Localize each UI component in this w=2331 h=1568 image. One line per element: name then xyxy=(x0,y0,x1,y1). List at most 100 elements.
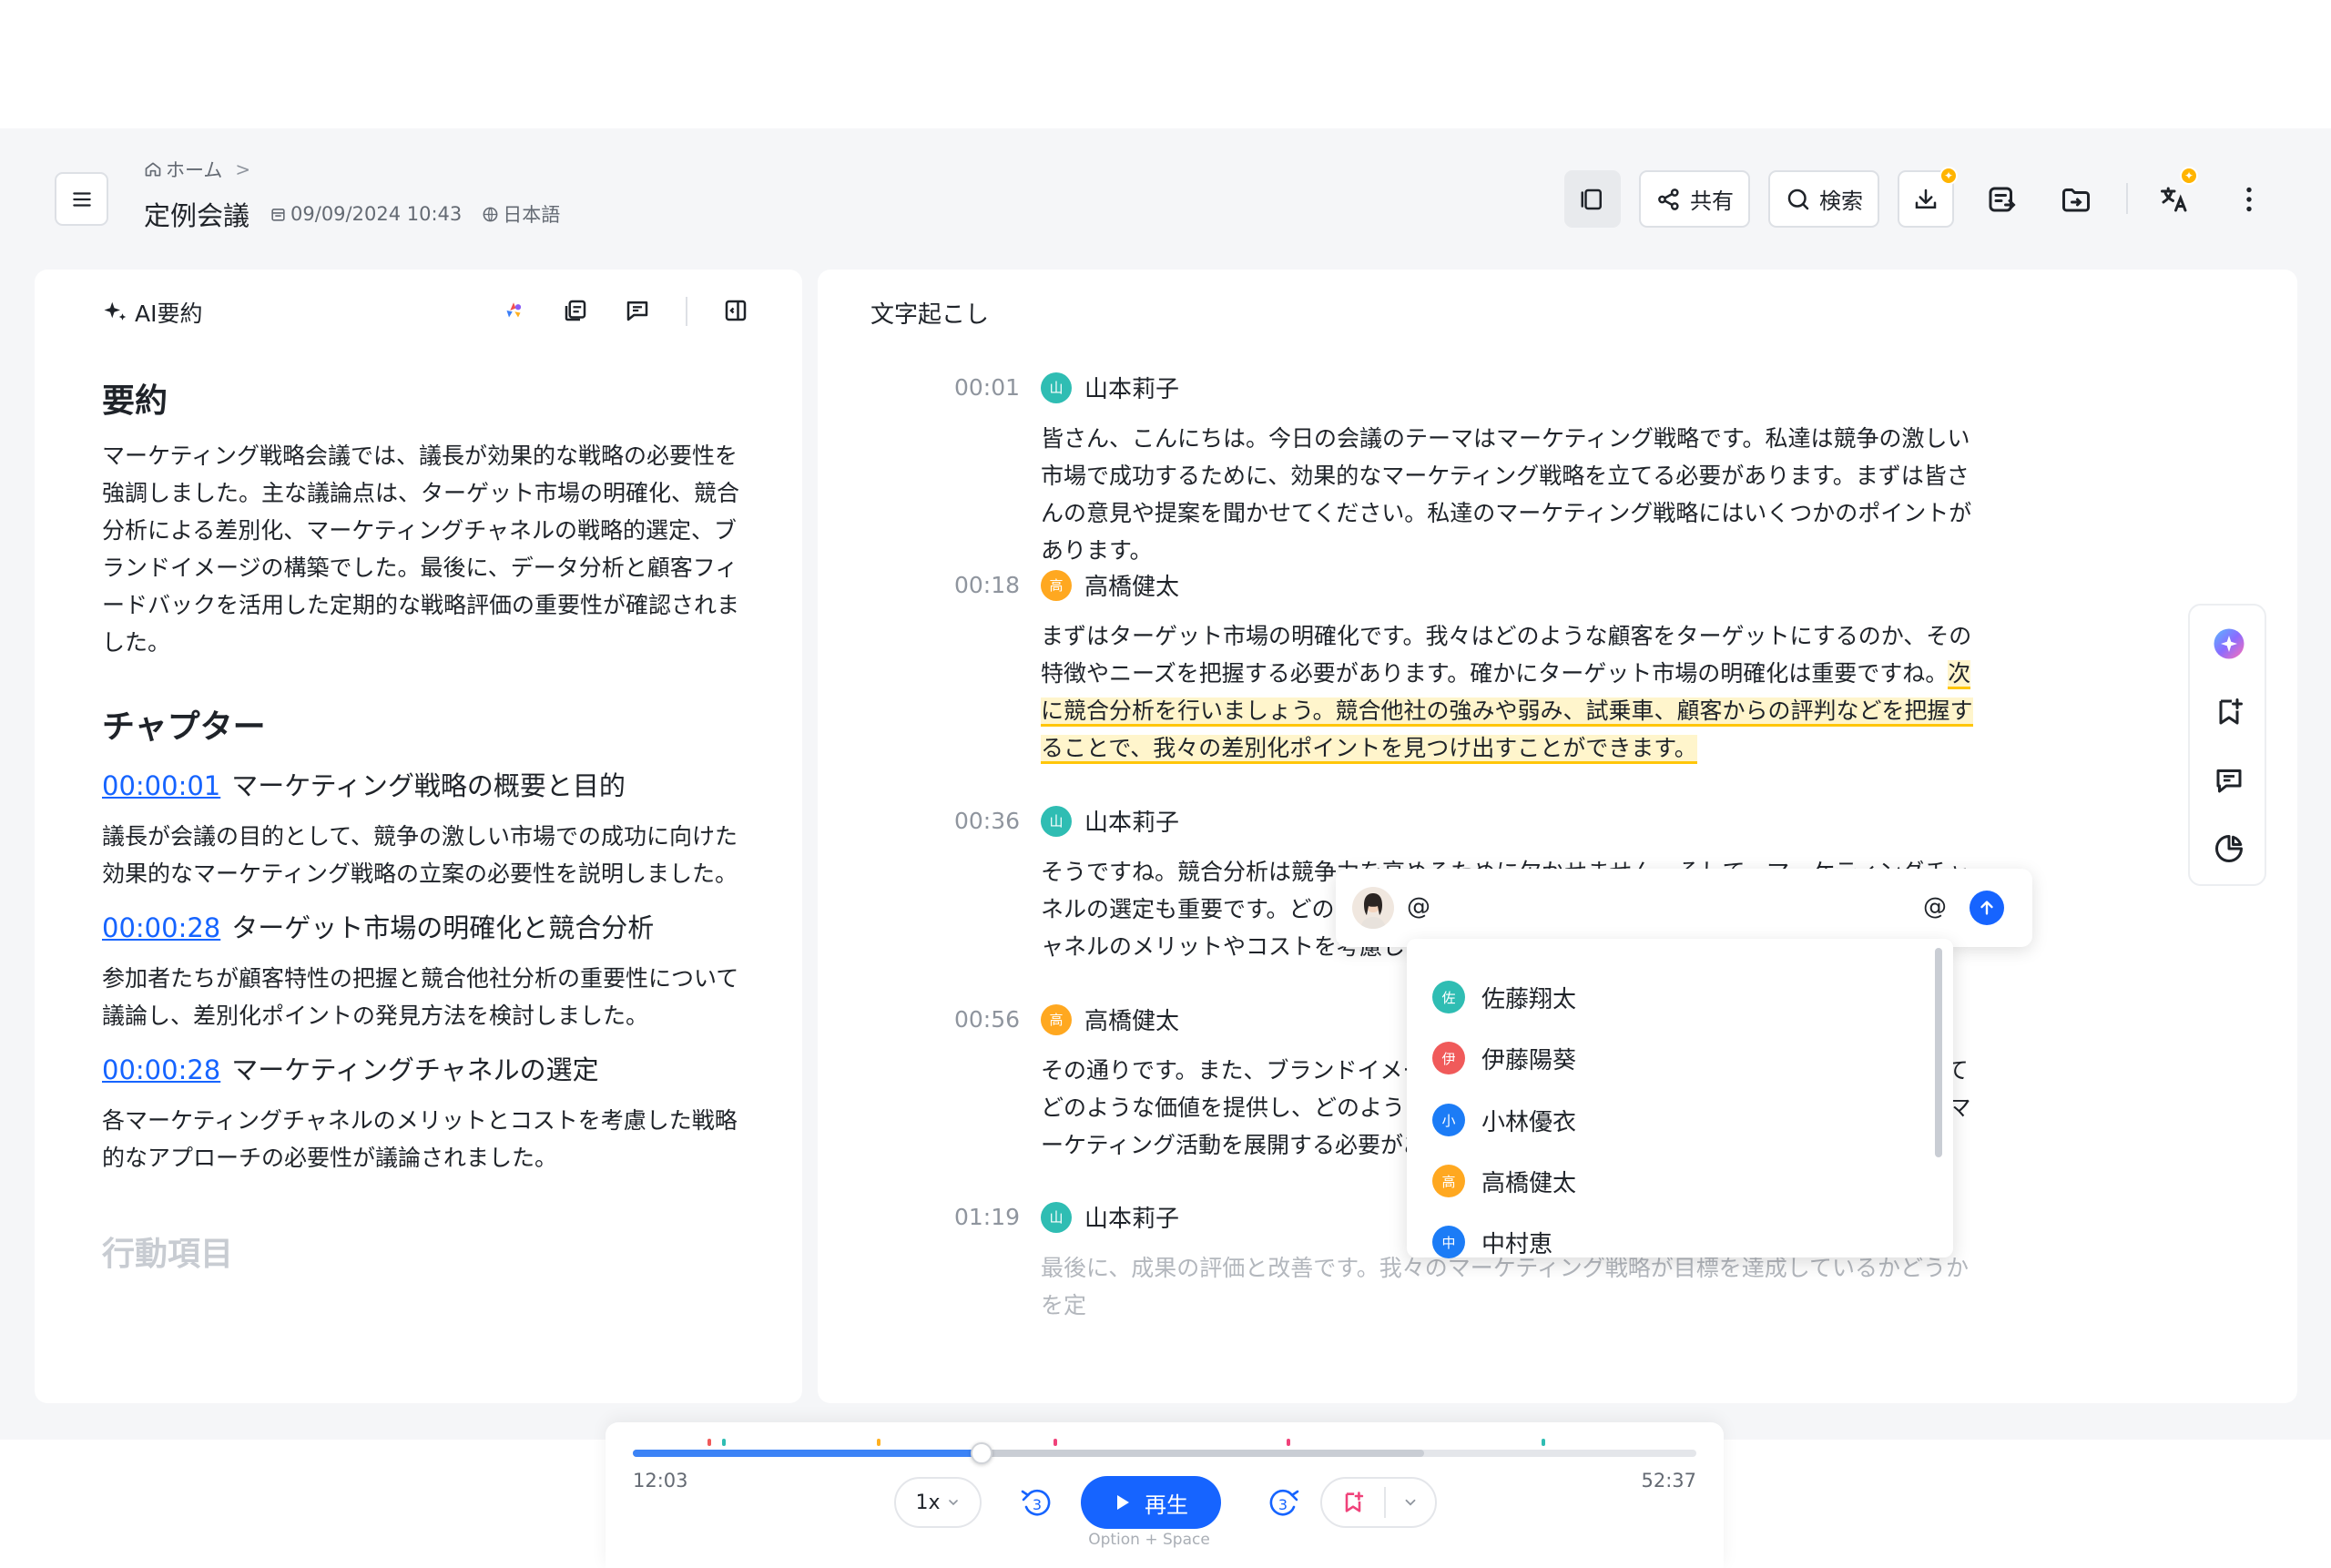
folder-icon xyxy=(2062,188,2090,211)
avatar xyxy=(1352,887,1394,929)
mention-button[interactable]: @ xyxy=(1919,891,1951,923)
avatar: 高 xyxy=(1041,569,1072,601)
playback-speed-select[interactable]: 1x xyxy=(894,1477,982,1528)
segment-timestamp[interactable]: 00:36 xyxy=(909,808,1020,834)
fast-forward-icon: 3 xyxy=(1269,1489,1299,1516)
hamburger-icon xyxy=(72,191,91,207)
skip-forward-button[interactable]: 3 xyxy=(1261,1481,1305,1525)
play-shortcut-hint: Option + Space xyxy=(1088,1531,1210,1549)
ai-assistant-button[interactable] xyxy=(2209,624,2249,664)
progress-track[interactable] xyxy=(633,1439,1696,1464)
calendar-icon xyxy=(271,208,285,221)
panel-layout-icon xyxy=(1581,188,1602,209)
title-row: 定例会議 09/09/2024 10:43 日本語 xyxy=(144,195,580,233)
search-button[interactable]: 検索 xyxy=(1768,170,1879,228)
comment-input[interactable] xyxy=(1407,889,1917,925)
play-button[interactable]: 再生 xyxy=(1081,1476,1221,1529)
share-button[interactable]: 共有 xyxy=(1639,170,1750,228)
mention-option[interactable]: 佐 佐藤翔太 xyxy=(1432,979,1576,1015)
skip-back-button[interactable]: 3 xyxy=(1015,1481,1059,1525)
summary-template-button[interactable] xyxy=(621,294,654,327)
timeline-marker[interactable] xyxy=(1054,1439,1057,1446)
page-title[interactable]: 定例会議 xyxy=(144,195,249,233)
segment-speaker[interactable]: 高 高橋健太 xyxy=(1041,568,1179,602)
menu-button[interactable] xyxy=(55,172,108,226)
pie-chart-icon xyxy=(2215,835,2243,862)
export-text-button[interactable] xyxy=(1974,170,2029,228)
copy-icon xyxy=(565,300,586,321)
breadcrumb: ホーム > xyxy=(144,156,250,183)
download-icon xyxy=(1915,188,1937,209)
move-to-folder-button[interactable] xyxy=(2049,170,2103,228)
chapter-timestamp-link[interactable]: 00:00:01 xyxy=(102,770,220,801)
speaker-name: 高橋健太 xyxy=(1084,574,1180,601)
chapter-timestamp-link[interactable]: 00:00:28 xyxy=(102,1054,220,1085)
mention-option[interactable]: 中 中村恵 xyxy=(1432,1224,1552,1260)
sparkle-icon xyxy=(104,301,127,321)
mention-option[interactable]: 高 高橋健太 xyxy=(1432,1163,1576,1199)
timeline-marker[interactable] xyxy=(1287,1439,1290,1446)
chapter-title-text: マーケティング戦略の概要と目的 xyxy=(231,770,626,801)
meeting-date-text: 09/09/2024 10:43 xyxy=(290,203,463,225)
skip-forward-seconds: 3 xyxy=(1278,1496,1288,1513)
chapter-timestamp-link[interactable]: 00:00:28 xyxy=(102,912,220,943)
send-button[interactable] xyxy=(1970,891,2004,925)
segment-speaker[interactable]: 山 山本莉子 xyxy=(1041,371,1179,404)
audio-player: 12:03 52:37 1x 3 再生 Option + Space 3 xyxy=(606,1422,1724,1568)
mention-option[interactable]: 小 小林優衣 xyxy=(1432,1102,1576,1138)
timeline-marker[interactable] xyxy=(1542,1439,1545,1446)
comments-button[interactable] xyxy=(2209,760,2249,800)
segment-timestamp[interactable]: 00:01 xyxy=(909,374,1020,401)
speaker-name: 高橋健太 xyxy=(1084,1008,1180,1035)
breadcrumb-home-link[interactable]: ホーム xyxy=(166,156,222,183)
segment-speaker[interactable]: 高 高橋健太 xyxy=(1041,1003,1179,1036)
timeline-marker[interactable] xyxy=(707,1439,711,1446)
ai-model-button[interactable] xyxy=(497,294,530,327)
more-options-button[interactable] xyxy=(2222,170,2276,228)
add-marker-button[interactable] xyxy=(1322,1487,1386,1518)
collapse-panel-icon xyxy=(725,300,747,321)
translate-icon xyxy=(2161,187,2187,211)
ai-summary-panel: AI要約 要約 マーケティング戦略会議では、議長が効果的な戦略の必要性を強調しま… xyxy=(35,270,802,1403)
analytics-button[interactable] xyxy=(2209,829,2249,869)
export-text-icon xyxy=(1989,187,2016,211)
comment-box: @ xyxy=(1336,869,2032,947)
play-label: 再生 xyxy=(1145,1492,1188,1518)
ai-summary-header: AI要約 xyxy=(102,296,202,329)
marker-type-dropdown[interactable] xyxy=(1386,1494,1435,1511)
segment-text: 最後に、成果の評価と改善です。我々のマーケティング戦略が目標を達成しているかどう… xyxy=(1041,1255,1970,1319)
copy-summary-button[interactable] xyxy=(559,294,592,327)
segment-timestamp[interactable]: 00:18 xyxy=(909,572,1020,598)
chapters-title: チャプター xyxy=(102,708,266,746)
add-bookmark-button[interactable] xyxy=(2209,692,2249,732)
segment-speaker[interactable]: 山 山本莉子 xyxy=(1041,1200,1179,1234)
timeline-marker[interactable] xyxy=(877,1439,880,1446)
mention-scrollbar[interactable] xyxy=(1935,948,1942,1157)
mention-option[interactable]: 伊 伊藤陽葵 xyxy=(1432,1040,1576,1076)
download-button[interactable]: ✦ xyxy=(1898,167,1958,228)
collapse-panel-button[interactable] xyxy=(719,294,752,327)
ai-model-icon xyxy=(506,302,522,318)
meeting-language[interactable]: 日本語 xyxy=(482,200,560,228)
timeline-marker[interactable] xyxy=(722,1439,726,1446)
home-icon xyxy=(145,162,161,177)
summary-tools-divider xyxy=(686,297,687,326)
progress-knob[interactable] xyxy=(971,1442,993,1464)
mention-dropdown: 佐 佐藤翔太 伊 伊藤陽葵 小 小林優衣 高 高橋健太 中 中村恵 xyxy=(1407,939,1953,1260)
share-icon xyxy=(1658,188,1679,210)
arrow-up-icon xyxy=(1980,901,1993,915)
segment-speaker[interactable]: 山 山本莉子 xyxy=(1041,804,1179,838)
chevron-down-icon xyxy=(1405,1499,1416,1506)
segment-timestamp[interactable]: 01:19 xyxy=(909,1204,1020,1230)
summary-text: マーケティング戦略会議では、議長が効果的な戦略の必要性を強調しました。主な議論点… xyxy=(102,443,740,656)
chapter-item: 00:00:28 ターゲット市場の明確化と競合分析 xyxy=(102,909,758,947)
avatar: 山 xyxy=(1041,372,1072,403)
action-items-title: 行動項目 xyxy=(102,1236,234,1273)
summary-title: 要約 xyxy=(102,382,168,420)
speaker-name: 山本莉子 xyxy=(1084,376,1180,403)
layout-toggle-button[interactable] xyxy=(1564,170,1621,228)
translate-button[interactable]: ✦ xyxy=(2147,167,2202,228)
segment-timestamp[interactable]: 00:56 xyxy=(909,1006,1020,1033)
segment-text-plain: まずはターゲット市場の明確化です。我々はどのような顧客をターゲットにするのか、そ… xyxy=(1041,623,1972,687)
rewind-icon: 3 xyxy=(1021,1489,1051,1516)
